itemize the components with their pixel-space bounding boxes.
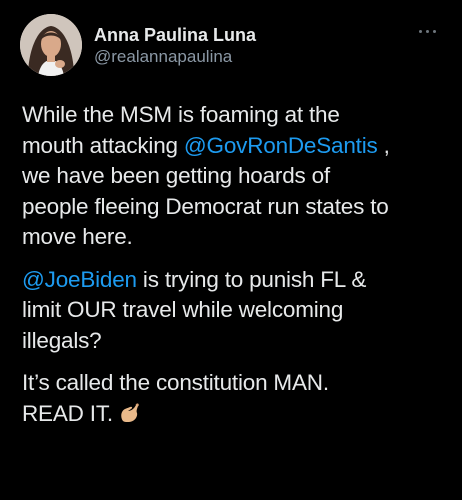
tweet-text: While the MSM is foaming at the mouth at… <box>22 100 442 445</box>
text-span: READ IT. <box>22 400 113 426</box>
text-line: @JoeBiden is trying to punish FL & <box>22 265 442 296</box>
tweet-header: Anna Paulina Luna @realannapaulina <box>20 14 442 78</box>
user-names: Anna Paulina Luna @realannapaulina <box>94 24 256 68</box>
mention-joebiden[interactable]: @JoeBiden <box>22 267 137 292</box>
paragraph-3: It’s called the constitution MAN. READ I… <box>22 368 442 433</box>
text-line: mouth attacking @GovRonDeSantis , <box>22 131 442 162</box>
user-handle[interactable]: @realannapaulina <box>94 46 256 68</box>
text-line: move here. <box>22 224 133 249</box>
avatar[interactable] <box>20 14 82 76</box>
text-span: , <box>377 132 390 158</box>
text-span: is trying to punish FL & <box>136 266 367 292</box>
text-line: we have been getting hoards of <box>22 163 330 188</box>
display-name[interactable]: Anna Paulina Luna <box>94 24 256 46</box>
text-line: While the MSM is foaming at the <box>22 102 340 127</box>
text-span: mouth attacking <box>22 132 184 158</box>
text-line: READ IT. <box>22 399 442 434</box>
paragraph-1: While the MSM is foaming at the mouth at… <box>22 100 442 253</box>
profile-photo-icon <box>20 14 82 76</box>
text-line: people fleeing Democrat run states to <box>22 193 389 219</box>
text-line: It’s called the constitution MAN. <box>22 370 329 395</box>
mention-govrondesantis[interactable]: @GovRonDeSantis <box>184 133 378 158</box>
tweet-card: Anna Paulina Luna @realannapaulina While… <box>0 0 462 500</box>
ellipsis-icon[interactable] <box>416 26 440 38</box>
pinching-hand-emoji-icon <box>117 399 143 434</box>
text-line: limit OUR travel while welcoming <box>22 297 344 322</box>
paragraph-2: @JoeBiden is trying to punish FL & limit… <box>22 265 442 357</box>
text-line: illegals? <box>22 327 102 353</box>
